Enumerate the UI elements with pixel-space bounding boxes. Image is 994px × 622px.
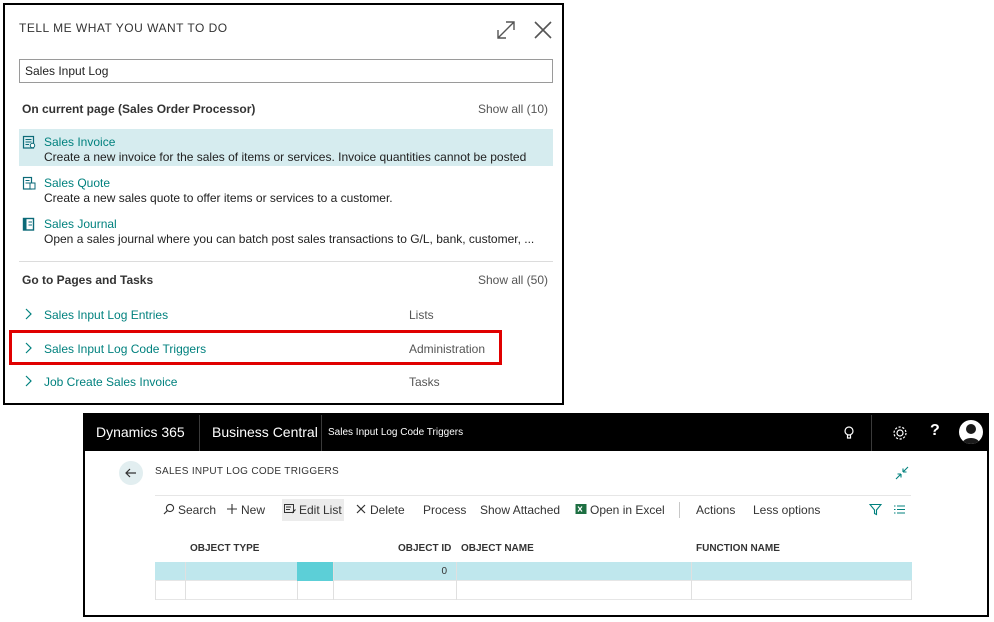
cell-divider	[333, 581, 334, 600]
app-name[interactable]: Business Central	[212, 424, 318, 440]
divider	[871, 415, 872, 451]
chevron-right-icon	[25, 308, 32, 320]
result-title: Sales Journal	[44, 217, 117, 231]
chevron-right-icon	[25, 375, 32, 387]
page-item-title: Sales Input Log Entries	[44, 308, 169, 322]
delete-button[interactable]: Delete	[355, 502, 405, 520]
red-highlight-box	[9, 330, 502, 365]
quote-icon	[22, 176, 36, 190]
dialog-title: TELL ME WHAT YOU WANT TO DO	[19, 21, 228, 35]
page-item-title: Job Create Sales Invoice	[44, 375, 178, 389]
lightbulb-icon[interactable]	[840, 424, 858, 442]
result-sales-journal[interactable]: Sales Journal Open a sales journal where…	[19, 211, 553, 248]
pages-tasks-heading: Go to Pages and Tasks	[22, 273, 154, 287]
result-description: Create a new sales quote to offer items …	[44, 191, 393, 205]
new-label: New	[241, 503, 266, 517]
page-item-job-create-sales-invoice[interactable]: Job Create Sales Invoice Tasks	[19, 371, 553, 393]
cell-divider	[333, 562, 334, 581]
cell-divider	[456, 562, 457, 581]
excel-icon	[575, 504, 587, 514]
user-icon	[962, 424, 980, 444]
cell-divider	[911, 581, 912, 600]
page-item-category: Lists	[409, 308, 434, 322]
expand-icon[interactable]	[494, 18, 518, 42]
close-icon[interactable]	[531, 18, 555, 42]
column-header-function-name[interactable]: FUNCTION NAME	[696, 543, 780, 554]
show-attached-menu[interactable]: Show Attached	[480, 502, 560, 520]
divider	[199, 415, 200, 451]
filter-icon[interactable]	[869, 503, 882, 516]
process-menu[interactable]: Process	[423, 502, 466, 520]
back-button[interactable]	[119, 461, 143, 485]
focused-cell[interactable]	[297, 562, 333, 581]
result-sales-quote[interactable]: Sales Quote Create a new sales quote to …	[19, 170, 553, 207]
page-item-sales-input-log-entries[interactable]: Sales Input Log Entries Lists	[19, 304, 553, 326]
avatar[interactable]	[959, 420, 983, 444]
open-in-excel-button[interactable]: Open in Excel	[575, 502, 665, 520]
cell-divider	[155, 581, 156, 600]
edit-list-label: Edit List	[299, 503, 342, 517]
journal-icon	[22, 217, 35, 231]
column-header-object-id[interactable]: OBJECT ID	[398, 543, 451, 554]
new-button[interactable]: New	[226, 502, 265, 520]
action-bar: Search New Edit List Delete Process Show…	[155, 495, 911, 523]
cell-divider	[691, 581, 692, 600]
search-button[interactable]: Search	[163, 502, 216, 520]
search-label: Search	[178, 503, 217, 517]
result-description: Open a sales journal where you can batch…	[44, 232, 535, 246]
arrow-left-icon	[125, 468, 136, 478]
cell-divider	[691, 562, 692, 581]
brand-name[interactable]: Dynamics 365	[96, 424, 185, 440]
section-divider	[19, 261, 553, 262]
cell-divider	[185, 562, 186, 581]
result-title: Sales Invoice	[44, 135, 116, 149]
edit-list-button[interactable]: Edit List	[282, 499, 344, 521]
top-navigation-bar: Dynamics 365 Business Central Sales Inpu…	[85, 415, 987, 451]
cell-divider	[297, 581, 298, 600]
plus-icon	[227, 504, 237, 514]
result-description: Create a new invoice for the sales of it…	[44, 150, 527, 164]
show-all-pages-link[interactable]: Show all (50)	[478, 273, 548, 287]
divider	[679, 502, 680, 518]
invoice-icon	[22, 135, 36, 149]
collapse-icon[interactable]	[895, 466, 909, 480]
gear-icon[interactable]	[891, 424, 909, 442]
breadcrumb: Sales Input Log Code Triggers	[328, 427, 464, 438]
edit-list-icon	[284, 504, 296, 514]
cell-divider	[456, 581, 457, 600]
search-input[interactable]	[19, 59, 553, 83]
delete-label: Delete	[370, 503, 405, 517]
divider	[321, 415, 322, 451]
table-row[interactable]: 0	[155, 562, 912, 581]
actions-menu[interactable]: Actions	[696, 502, 735, 520]
object-id-cell[interactable]: 0	[435, 566, 447, 577]
show-all-current-link[interactable]: Show all (10)	[478, 102, 548, 116]
cell-divider	[185, 581, 186, 600]
result-sales-invoice[interactable]: Sales Invoice Create a new invoice for t…	[19, 129, 553, 166]
result-title: Sales Quote	[44, 176, 111, 190]
help-button[interactable]: ?	[930, 422, 940, 440]
column-header-object-type[interactable]: OBJECT TYPE	[190, 543, 259, 554]
page-item-category: Tasks	[409, 375, 440, 389]
page-title: SALES INPUT LOG CODE TRIGGERS	[155, 466, 339, 477]
column-header-object-name[interactable]: OBJECT NAME	[461, 543, 534, 554]
list-view-icon[interactable]	[893, 503, 906, 516]
search-icon	[163, 503, 175, 515]
open-in-excel-label: Open in Excel	[590, 503, 665, 517]
table-row[interactable]	[155, 581, 912, 600]
less-options-button[interactable]: Less options	[753, 502, 820, 520]
business-central-window: Dynamics 365 Business Central Sales Inpu…	[83, 413, 989, 617]
delete-icon	[356, 504, 366, 514]
current-page-heading: On current page (Sales Order Processor)	[22, 102, 256, 116]
